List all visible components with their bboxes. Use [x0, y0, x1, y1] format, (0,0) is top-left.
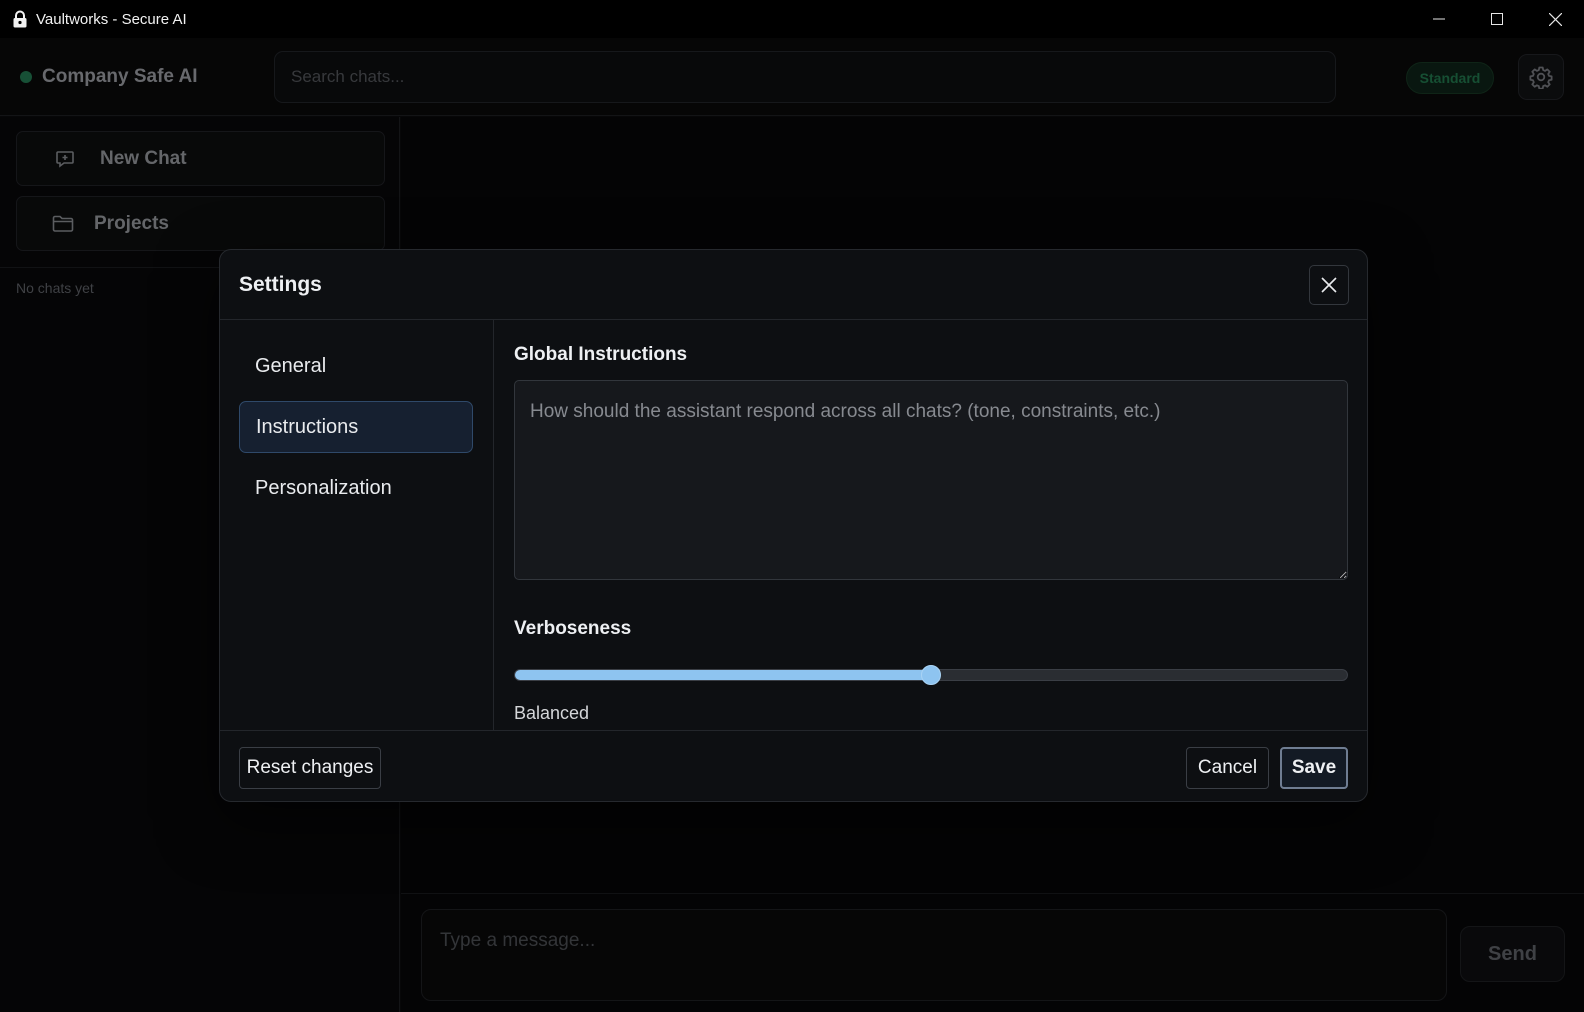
reset-changes-button[interactable]: Reset changes: [239, 747, 381, 789]
tab-general[interactable]: General: [239, 340, 473, 392]
global-instructions-input[interactable]: [515, 381, 1347, 579]
verboseness-slider[interactable]: [514, 665, 1348, 685]
global-instructions-box[interactable]: [514, 380, 1348, 580]
cancel-button[interactable]: Cancel: [1186, 747, 1269, 789]
slider-fill: [515, 670, 931, 680]
settings-dialog: Settings General Instructions Personaliz…: [219, 249, 1368, 802]
window-title: Vaultworks - Secure AI: [36, 10, 187, 28]
tab-personalization[interactable]: Personalization: [239, 462, 473, 514]
minimize-icon: [1433, 18, 1445, 20]
close-icon: [1548, 12, 1562, 26]
lock-icon: [11, 10, 29, 28]
instructions-panel: Global Instructions Verboseness Balanced: [495, 320, 1367, 730]
dialog-footer: Reset changes Cancel Save: [220, 730, 1367, 801]
maximize-icon: [1491, 13, 1503, 25]
dialog-header: Settings: [220, 250, 1367, 320]
minimize-button[interactable]: [1410, 0, 1468, 38]
verboseness-label: Verboseness: [514, 618, 632, 639]
dialog-close-button[interactable]: [1309, 265, 1349, 305]
title-bar: Vaultworks - Secure AI: [0, 0, 1584, 38]
verboseness-value: Balanced: [514, 703, 590, 723]
window-close-button[interactable]: [1526, 0, 1584, 38]
tab-instructions[interactable]: Instructions: [239, 401, 473, 453]
global-instructions-label: Global Instructions: [514, 344, 688, 365]
slider-thumb[interactable]: [921, 665, 941, 685]
maximize-button[interactable]: [1468, 0, 1526, 38]
window-controls: [1410, 0, 1584, 38]
settings-nav: General Instructions Personalization: [220, 320, 494, 730]
dialog-title: Settings: [239, 273, 322, 296]
close-icon: [1321, 277, 1337, 293]
save-button[interactable]: Save: [1280, 747, 1348, 789]
